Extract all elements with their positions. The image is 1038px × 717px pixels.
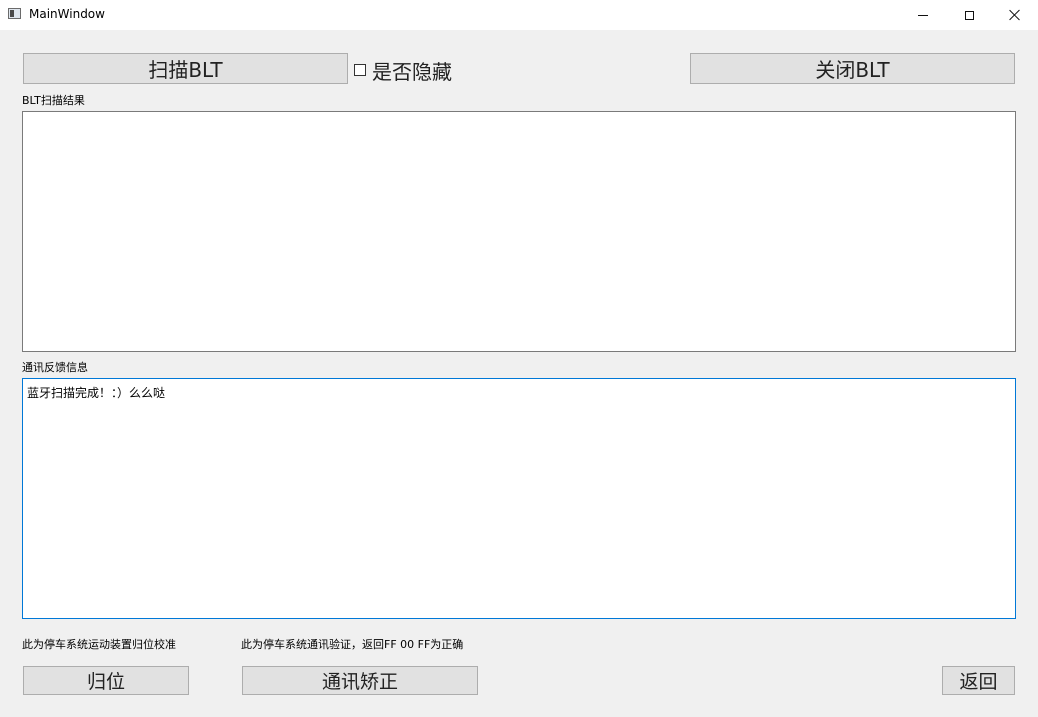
hide-checkbox[interactable]: 是否隐藏 [354,57,452,84]
window-title: MainWindow [29,7,105,21]
minimize-icon [918,14,928,16]
close-blt-button[interactable]: 关闭BLT [690,53,1015,84]
main-window: MainWindow 扫描BLT 是否隐藏 关闭BLT BLT扫描结果 通讯反馈… [0,0,1038,717]
comm-calibrate-button[interactable]: 通讯矫正 [242,666,478,695]
feedback-textbox[interactable]: 蓝牙扫描完成！：）么么哒 [22,378,1016,619]
app-window-icon [8,8,21,19]
close-icon [1009,9,1021,21]
feedback-label: 通讯反馈信息 [22,361,88,374]
maximize-button[interactable] [946,0,992,30]
title-bar[interactable]: MainWindow [0,0,1038,30]
minimize-button[interactable] [900,0,946,30]
back-button[interactable]: 返回 [942,666,1015,695]
comm-hint-text: 此为停车系统通讯验证，返回FF 00 FF为正确 [241,638,464,651]
reset-button[interactable]: 归位 [23,666,189,695]
scan-results-textbox[interactable] [22,111,1016,352]
hide-checkbox-label: 是否隐藏 [372,59,452,84]
scan-blt-button[interactable]: 扫描BLT [23,53,348,84]
reset-hint-text: 此为停车系统运动装置归位校准 [22,638,176,651]
scan-results-label: BLT扫描结果 [22,94,85,107]
close-window-button[interactable] [992,0,1038,30]
hide-checkbox-box[interactable] [354,64,366,76]
maximize-icon [964,10,974,20]
